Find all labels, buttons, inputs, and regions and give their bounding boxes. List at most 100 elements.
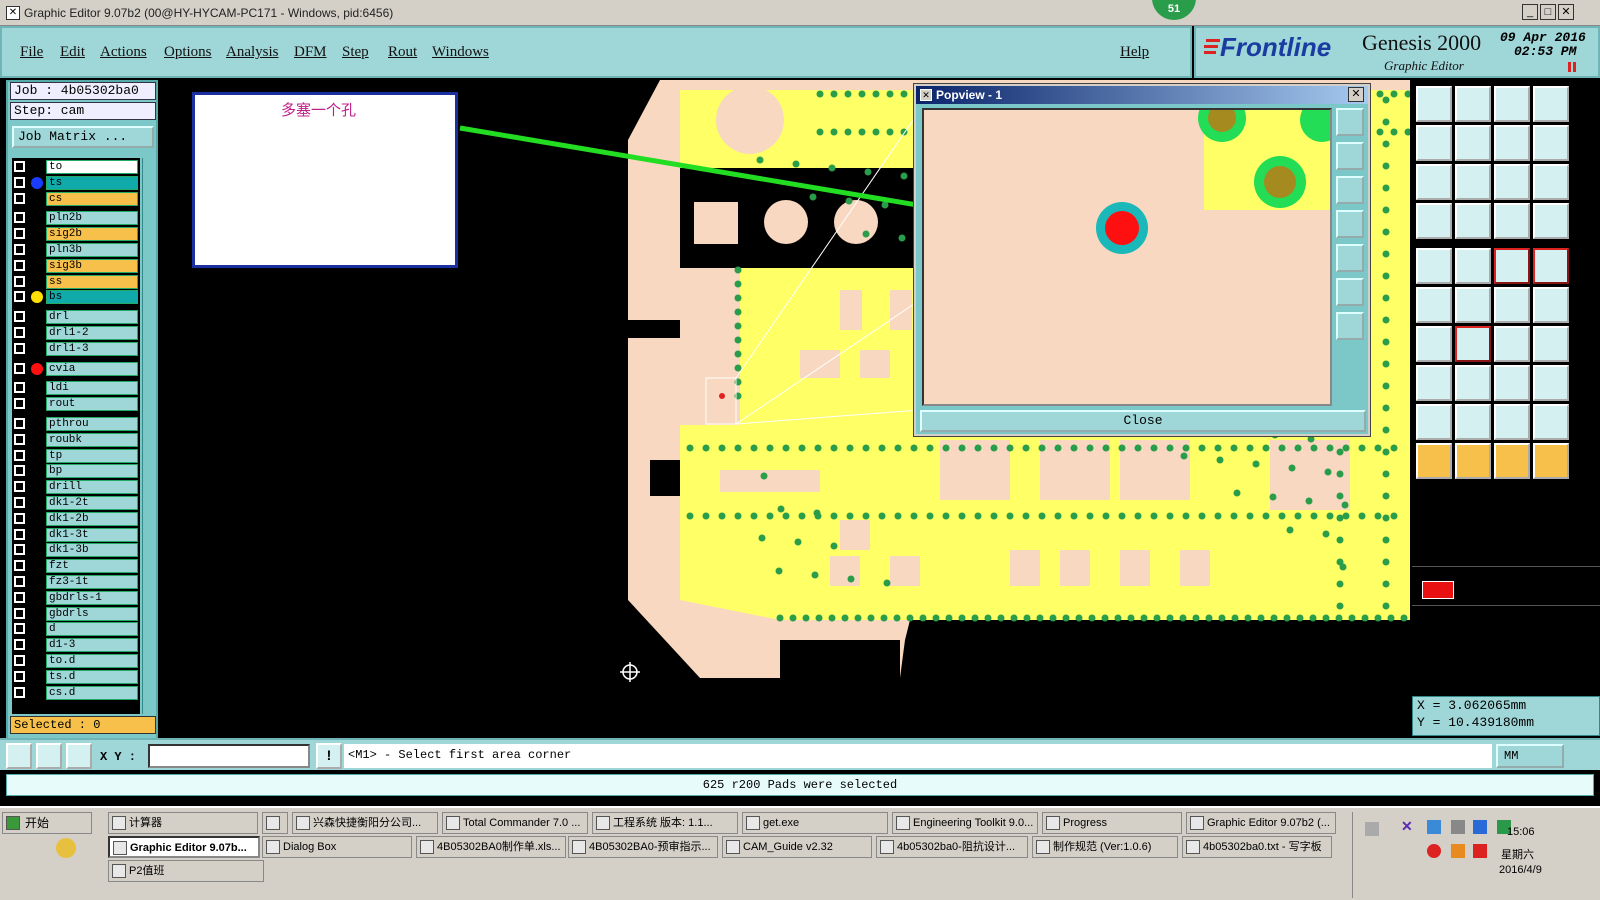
align-icon[interactable] — [1494, 365, 1530, 401]
select-box-icon[interactable] — [1416, 365, 1452, 401]
app-icon — [746, 816, 760, 830]
taskbar-button[interactable]: 4b05302ba0-阻抗设计... — [876, 836, 1028, 858]
connect-icon[interactable] — [1416, 287, 1452, 323]
measure-icon[interactable] — [1494, 248, 1530, 284]
windows-taskbar: 开始 ✕ 15:06 星期六 2016/4/9 计算器 兴森快捷衡阳分公司... T… — [0, 806, 1600, 900]
taskbar-button[interactable]: Dialog Box — [262, 836, 412, 858]
taskbar-button[interactable]: Total Commander 7.0 ... — [442, 812, 588, 834]
tray-x-icon[interactable]: ✕ — [1401, 818, 1413, 835]
measure-icon[interactable] — [36, 743, 62, 769]
ratio-icon[interactable] — [1494, 164, 1530, 200]
app-icon — [266, 816, 280, 830]
app-icon — [296, 816, 310, 830]
area-1-icon[interactable] — [1416, 404, 1452, 440]
pv-fit-button[interactable] — [1336, 278, 1364, 306]
taskbar-label: Graphic Editor 9.07b... — [130, 842, 247, 854]
redo-icon[interactable] — [1455, 125, 1491, 161]
window-icon[interactable] — [1533, 86, 1569, 122]
tray-g-icon[interactable] — [1427, 844, 1441, 858]
popview-dialog: Popview - 1 ✕ ✕ Close — [914, 84, 1370, 436]
taskbar-button[interactable]: 制作规范 (Ver:1.0.6) — [1032, 836, 1178, 858]
tray-360-icon[interactable] — [1473, 844, 1487, 858]
open-icon[interactable] — [1416, 86, 1452, 122]
drill-icon[interactable] — [1455, 203, 1491, 239]
route-icon[interactable] — [1533, 203, 1569, 239]
taskbar-label: 制作规范 (Ver:1.0.6) — [1053, 841, 1152, 853]
tray-update-icon[interactable] — [1451, 844, 1465, 858]
area-3-icon[interactable] — [1494, 404, 1530, 440]
area-2-icon[interactable] — [1455, 404, 1491, 440]
copy-icon[interactable] — [1533, 287, 1569, 323]
undo-icon[interactable] — [1416, 125, 1452, 161]
home-icon[interactable] — [1494, 86, 1530, 122]
taskbar-button[interactable]: 兴森快捷衡阳分公司... — [292, 812, 438, 834]
fit-icon[interactable] — [1494, 125, 1530, 161]
taskbar-button[interactable]: CAM_Guide v2.32 — [722, 836, 872, 858]
taskbar-button[interactable]: Progress — [1042, 812, 1182, 834]
save-icon[interactable] — [1455, 86, 1491, 122]
circle-icon[interactable] — [1533, 248, 1569, 284]
pv-pan-down-button[interactable] — [1336, 176, 1364, 204]
grid-icon[interactable] — [66, 743, 92, 769]
tray-network-icon[interactable] — [1365, 822, 1379, 836]
help-icon[interactable] — [1533, 164, 1569, 200]
pan-icon[interactable] — [1416, 164, 1452, 200]
taskbar-button[interactable]: Engineering Toolkit 9.0... — [892, 812, 1038, 834]
taskbar-button[interactable]: Graphic Editor 9.07b... — [108, 836, 260, 858]
clock-date: 2016/4/9 — [1499, 864, 1542, 876]
taskbar-button[interactable]: 4B05302BA0-预审指示... — [568, 836, 718, 858]
warning-icon[interactable]: ! — [316, 743, 342, 769]
mirror-icon[interactable] — [1533, 326, 1569, 362]
quick-launch-icon[interactable] — [56, 838, 76, 858]
net-check-icon[interactable] — [1494, 203, 1530, 239]
line-tool-icon[interactable] — [1416, 326, 1452, 362]
taskbar-button[interactable]: Graphic Editor 9.07b2 (... — [1186, 812, 1336, 834]
pv-zoom-button[interactable] — [1336, 108, 1364, 136]
taskbar-button[interactable]: P2值班 — [108, 860, 264, 882]
taskbar-button[interactable] — [262, 812, 288, 834]
split-icon[interactable] — [1533, 125, 1569, 161]
cursor-icon[interactable] — [1416, 443, 1452, 479]
tray-volume-icon[interactable] — [1451, 820, 1465, 834]
pv-pan-left-button[interactable] — [1336, 210, 1364, 238]
taskbar-label: Dialog Box — [283, 841, 337, 853]
popview-close-icon[interactable]: ✕ — [1348, 87, 1364, 102]
layer-edit-icon[interactable] — [1416, 203, 1452, 239]
cut-icon[interactable] — [1455, 365, 1491, 401]
taskbar-button[interactable]: get.exe — [742, 812, 888, 834]
snap-icon[interactable] — [6, 743, 32, 769]
draw-line-icon[interactable] — [1455, 248, 1491, 284]
rotate-icon[interactable] — [1494, 326, 1530, 362]
tray-bluetooth-icon[interactable] — [1473, 820, 1487, 834]
pv-pan-right-button[interactable] — [1336, 244, 1364, 272]
app-icon — [596, 816, 610, 830]
move-icon[interactable] — [1494, 287, 1530, 323]
arc-tool-icon[interactable] — [1455, 326, 1491, 362]
taskbar-label: 4B05302BA0制作单.xls... — [437, 841, 561, 853]
taskbar-button[interactable]: 4b05302ba0.txt - 写字板 — [1182, 836, 1332, 858]
units-select[interactable]: MM — [1496, 744, 1564, 768]
node-icon[interactable] — [1533, 443, 1569, 479]
area-4-icon[interactable] — [1533, 404, 1569, 440]
pv-pan-up-button[interactable] — [1336, 142, 1364, 170]
app-icon — [896, 816, 910, 830]
taskbar-button[interactable]: 工程系统 版本: 1.1... — [592, 812, 738, 834]
start-button[interactable]: 开始 — [2, 812, 92, 834]
taskbar-label: Engineering Toolkit 9.0... — [913, 817, 1034, 829]
command-bar: X Y : ! <M1> - Select first area corner … — [0, 738, 1600, 770]
cursor-3-icon[interactable] — [1494, 443, 1530, 479]
snap-pt-icon[interactable] — [1416, 248, 1452, 284]
xy-input[interactable] — [148, 744, 310, 768]
popview-canvas[interactable] — [922, 108, 1332, 406]
zoom-icon[interactable] — [1455, 164, 1491, 200]
delete-icon[interactable] — [1455, 287, 1491, 323]
taskbar-button[interactable]: 4B05302BA0制作单.xls... — [416, 836, 566, 858]
xy-label: X Y : — [100, 750, 137, 764]
popview-close-button[interactable]: Close — [920, 410, 1366, 432]
pv-center-button[interactable] — [1336, 312, 1364, 340]
taskbar-button[interactable]: 计算器 — [108, 812, 258, 834]
cursor-2-icon[interactable] — [1455, 443, 1491, 479]
group-icon[interactable] — [1533, 365, 1569, 401]
tray-qq-icon[interactable] — [1427, 820, 1441, 834]
status-message: 625 r200 Pads were selected — [6, 774, 1594, 796]
